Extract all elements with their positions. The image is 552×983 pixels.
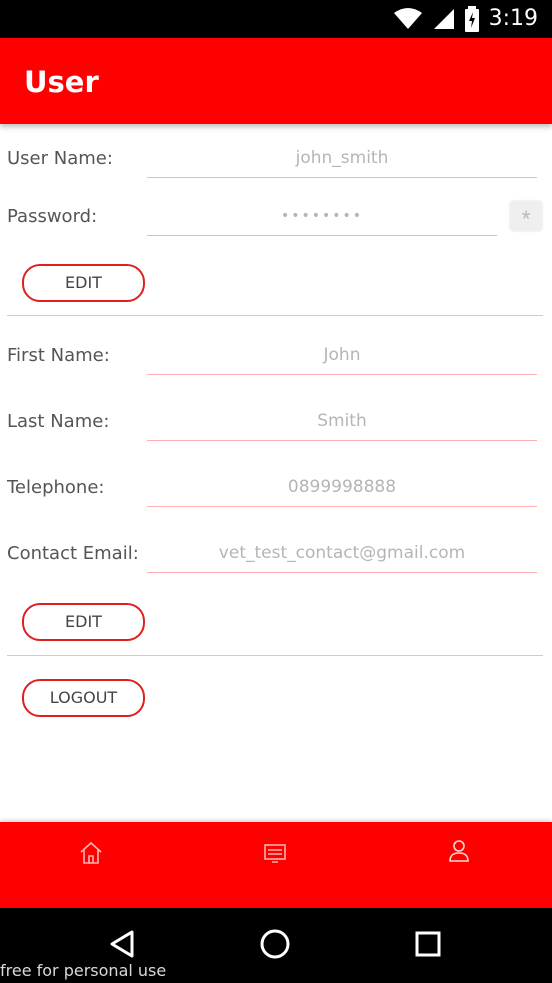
recents-icon[interactable] [412, 928, 444, 960]
password-field[interactable]: •••••••• [147, 198, 497, 236]
last-name-label: Last Name: [7, 411, 110, 432]
edit-contact-button[interactable]: EDIT [22, 603, 145, 641]
first-name-row: First Name: John [0, 337, 552, 377]
username-row: User Name: john_smith [0, 140, 552, 180]
home-icon[interactable] [78, 840, 104, 866]
password-toggle-button[interactable]: * [510, 201, 542, 231]
user-icon[interactable] [446, 838, 472, 864]
list-icon[interactable] [262, 840, 288, 866]
username-label: User Name: [7, 148, 113, 169]
signal-icon [433, 9, 454, 29]
logout-button[interactable]: LOGOUT [22, 679, 145, 717]
app-bar: User [0, 38, 552, 124]
section-divider [7, 315, 543, 316]
last-name-field[interactable]: Smith [147, 403, 537, 441]
password-row: Password: •••••••• * [0, 198, 552, 238]
status-bar: 3:19 [0, 0, 552, 38]
telephone-label: Telephone: [7, 477, 105, 498]
telephone-row: Telephone: 0899998888 [0, 469, 552, 509]
email-field[interactable]: vet_test_contact@gmail.com [147, 535, 537, 573]
first-name-label: First Name: [7, 345, 110, 366]
battery-icon [464, 6, 479, 32]
page-title: User [24, 65, 99, 99]
status-icons: 3:19 [393, 6, 538, 32]
email-label: Contact Email: [7, 543, 139, 564]
email-row: Contact Email: vet_test_contact@gmail.co… [0, 535, 552, 575]
username-field[interactable]: john_smith [147, 140, 537, 178]
edit-account-button[interactable]: EDIT [22, 264, 145, 302]
status-time: 3:19 [488, 6, 538, 31]
section-divider [7, 655, 543, 656]
last-name-row: Last Name: Smith [0, 403, 552, 443]
password-label: Password: [7, 206, 98, 227]
first-name-field[interactable]: John [147, 337, 537, 375]
telephone-field[interactable]: 0899998888 [147, 469, 537, 507]
back-icon[interactable] [106, 928, 138, 960]
bottom-nav [0, 822, 552, 908]
wifi-icon [393, 8, 422, 29]
watermark: free for personal use [0, 961, 167, 980]
home-circle-icon[interactable] [259, 928, 291, 960]
